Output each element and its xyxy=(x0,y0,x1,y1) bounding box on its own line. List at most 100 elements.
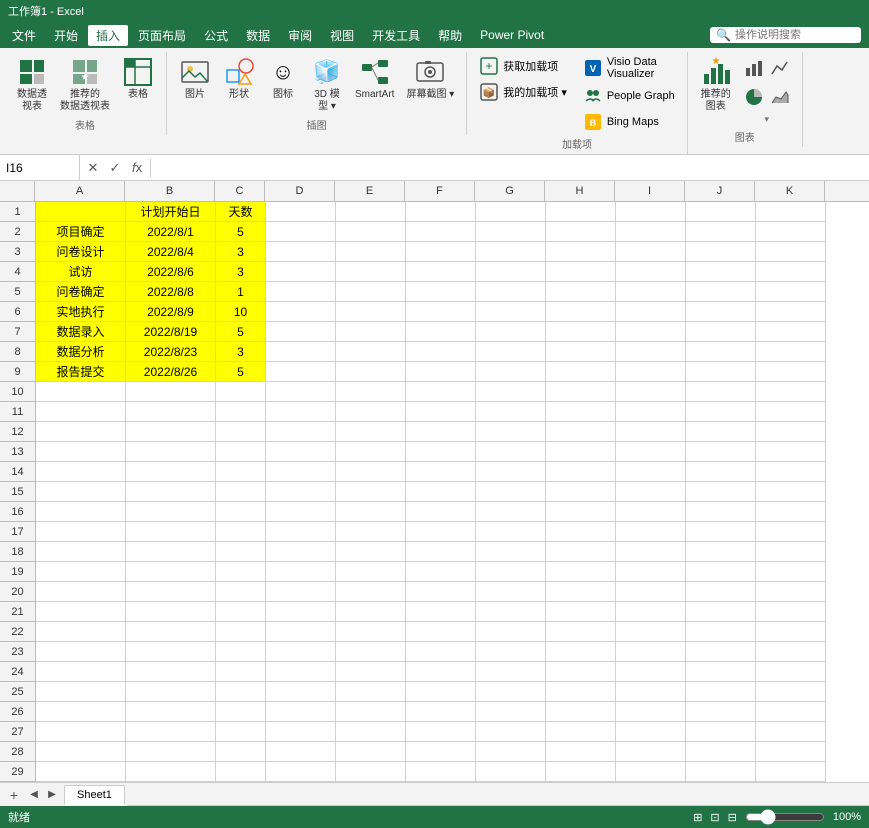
cell-e6[interactable] xyxy=(336,302,406,322)
cell-b7[interactable]: 2022/8/19 xyxy=(126,322,216,342)
cell-k8[interactable] xyxy=(756,342,826,362)
col-header-a[interactable]: A xyxy=(35,181,125,201)
cell-h7[interactable] xyxy=(546,322,616,342)
cell-g15[interactable] xyxy=(476,482,546,502)
cell-d14[interactable] xyxy=(266,462,336,482)
cell-a23[interactable] xyxy=(36,642,126,662)
cell-b27[interactable] xyxy=(126,722,216,742)
col-header-h[interactable]: H xyxy=(545,181,615,201)
cell-j14[interactable] xyxy=(686,462,756,482)
cell-i12[interactable] xyxy=(616,422,686,442)
icon-button[interactable]: ☺ 图标 xyxy=(263,54,303,103)
cell-h12[interactable] xyxy=(546,422,616,442)
bing-maps-button[interactable]: B Bing Maps xyxy=(579,110,679,134)
cell-f19[interactable] xyxy=(406,562,476,582)
cell-i20[interactable] xyxy=(616,582,686,602)
cell-d11[interactable] xyxy=(266,402,336,422)
cell-e24[interactable] xyxy=(336,662,406,682)
cell-b8[interactable]: 2022/8/23 xyxy=(126,342,216,362)
cell-k16[interactable] xyxy=(756,502,826,522)
col-header-i[interactable]: I xyxy=(615,181,685,201)
cell-i24[interactable] xyxy=(616,662,686,682)
cell-k15[interactable] xyxy=(756,482,826,502)
row-header-15[interactable]: 15 xyxy=(0,482,35,502)
cell-h16[interactable] xyxy=(546,502,616,522)
view-normal-icon[interactable]: ⊞ xyxy=(693,811,702,824)
cell-h22[interactable] xyxy=(546,622,616,642)
scroll-left-button[interactable]: ◀ xyxy=(26,787,42,803)
cell-a26[interactable] xyxy=(36,702,126,722)
cell-f12[interactable] xyxy=(406,422,476,442)
cell-j29[interactable] xyxy=(686,762,756,782)
cell-a16[interactable] xyxy=(36,502,126,522)
cell-a21[interactable] xyxy=(36,602,126,622)
cell-d21[interactable] xyxy=(266,602,336,622)
cell-j5[interactable] xyxy=(686,282,756,302)
cell-h3[interactable] xyxy=(546,242,616,262)
cell-g3[interactable] xyxy=(476,242,546,262)
cell-a28[interactable] xyxy=(36,742,126,762)
cell-k20[interactable] xyxy=(756,582,826,602)
cell-g7[interactable] xyxy=(476,322,546,342)
menu-file[interactable]: 文件 xyxy=(4,25,44,46)
cell-d8[interactable] xyxy=(266,342,336,362)
cell-d3[interactable] xyxy=(266,242,336,262)
cell-g5[interactable] xyxy=(476,282,546,302)
row-header-12[interactable]: 12 xyxy=(0,422,35,442)
cell-a3[interactable]: 问卷设计 xyxy=(36,242,126,262)
cell-f11[interactable] xyxy=(406,402,476,422)
cell-k12[interactable] xyxy=(756,422,826,442)
cell-d6[interactable] xyxy=(266,302,336,322)
cell-b18[interactable] xyxy=(126,542,216,562)
table-button[interactable]: 表格 xyxy=(118,54,158,103)
cell-i1[interactable] xyxy=(616,202,686,222)
cell-i22[interactable] xyxy=(616,622,686,642)
cell-k23[interactable] xyxy=(756,642,826,662)
cell-j23[interactable] xyxy=(686,642,756,662)
cell-g28[interactable] xyxy=(476,742,546,762)
recommend-pivot-button[interactable]: ★ 推荐的数据透视表 xyxy=(56,54,114,115)
cell-h5[interactable] xyxy=(546,282,616,302)
cell-a17[interactable] xyxy=(36,522,126,542)
cell-a22[interactable] xyxy=(36,622,126,642)
cell-e1[interactable] xyxy=(336,202,406,222)
cell-c3[interactable]: 3 xyxy=(216,242,266,262)
area-chart-button[interactable] xyxy=(768,85,792,112)
cell-c26[interactable] xyxy=(216,702,266,722)
cell-f26[interactable] xyxy=(406,702,476,722)
cell-c27[interactable] xyxy=(216,722,266,742)
cell-k28[interactable] xyxy=(756,742,826,762)
cell-i11[interactable] xyxy=(616,402,686,422)
menu-layout[interactable]: 页面布局 xyxy=(130,25,194,46)
cell-k10[interactable] xyxy=(756,382,826,402)
menu-help[interactable]: 帮助 xyxy=(430,25,470,46)
cell-g21[interactable] xyxy=(476,602,546,622)
cell-e27[interactable] xyxy=(336,722,406,742)
cell-d28[interactable] xyxy=(266,742,336,762)
cell-c25[interactable] xyxy=(216,682,266,702)
cell-b22[interactable] xyxy=(126,622,216,642)
cell-f21[interactable] xyxy=(406,602,476,622)
cell-i10[interactable] xyxy=(616,382,686,402)
add-sheet-button[interactable]: + xyxy=(4,785,24,805)
view-layout-icon[interactable]: ⊡ xyxy=(710,811,719,824)
cell-i29[interactable] xyxy=(616,762,686,782)
cell-h9[interactable] xyxy=(546,362,616,382)
cell-e5[interactable] xyxy=(336,282,406,302)
cell-d9[interactable] xyxy=(266,362,336,382)
cell-d12[interactable] xyxy=(266,422,336,442)
cell-f1[interactable] xyxy=(406,202,476,222)
cell-k13[interactable] xyxy=(756,442,826,462)
cell-h19[interactable] xyxy=(546,562,616,582)
cell-k24[interactable] xyxy=(756,662,826,682)
recommend-chart-button[interactable]: ★ 推荐的图表 xyxy=(696,54,736,115)
people-graph-button[interactable]: People Graph xyxy=(579,84,679,108)
cell-j28[interactable] xyxy=(686,742,756,762)
cell-e8[interactable] xyxy=(336,342,406,362)
cell-d1[interactable] xyxy=(266,202,336,222)
cell-h6[interactable] xyxy=(546,302,616,322)
cell-g1[interactable] xyxy=(476,202,546,222)
cell-a7[interactable]: 数据录入 xyxy=(36,322,126,342)
row-header-11[interactable]: 11 xyxy=(0,402,35,422)
cell-h24[interactable] xyxy=(546,662,616,682)
